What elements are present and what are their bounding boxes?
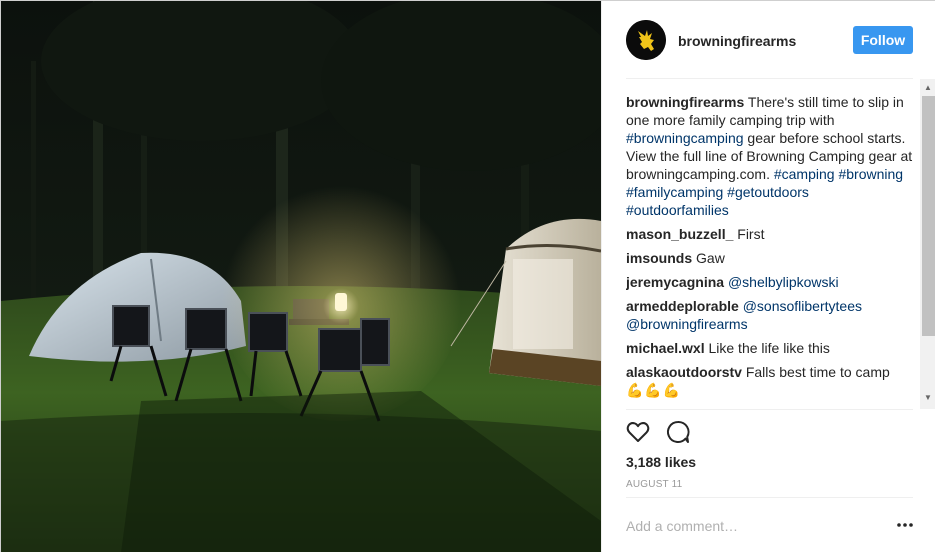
mention-link[interactable]: @shelbylipkowski bbox=[728, 274, 839, 290]
comment-text: Falls best time to camp bbox=[741, 364, 890, 380]
mention-link[interactable]: @browningfirearms bbox=[626, 316, 748, 332]
list-item: michael.wxl Like the life like this bbox=[626, 339, 913, 357]
post-username[interactable]: browningfirearms bbox=[678, 33, 796, 49]
post-details-panel: browningfirearms Follow browningfirearms… bbox=[601, 1, 935, 552]
hashtag-link[interactable]: #outdoorfamilies bbox=[626, 202, 729, 218]
comments-list[interactable]: browningfirearms There's still time to s… bbox=[626, 85, 913, 409]
heart-icon[interactable] bbox=[625, 419, 651, 445]
comment-text: Like the life like this bbox=[704, 340, 830, 356]
comment-bubble-icon[interactable] bbox=[665, 419, 691, 445]
post-header: browningfirearms Follow bbox=[602, 1, 935, 79]
list-item: armeddeplorable @sonsoflibertytees @brow… bbox=[626, 297, 913, 333]
divider bbox=[626, 409, 913, 410]
follow-button[interactable]: Follow bbox=[853, 26, 913, 54]
caption: browningfirearms There's still time to s… bbox=[626, 93, 913, 219]
caption-username[interactable]: browningfirearms bbox=[626, 94, 744, 110]
post-modal: browningfirearms Follow browningfirearms… bbox=[0, 0, 935, 552]
avatar[interactable] bbox=[626, 20, 666, 60]
flexed-biceps-emoji: 💪💪💪 bbox=[626, 382, 682, 398]
scrollbar-thumb[interactable] bbox=[922, 96, 935, 336]
scroll-down-arrow-icon[interactable]: ▼ bbox=[924, 393, 932, 402]
hashtag-link[interactable]: #familycamping bbox=[626, 184, 723, 200]
comment-username[interactable]: mason_buzzell_ bbox=[626, 226, 733, 242]
post-photo[interactable] bbox=[1, 1, 601, 552]
camping-scene-image bbox=[1, 1, 601, 552]
more-options-icon[interactable] bbox=[896, 516, 914, 534]
comment-username[interactable]: imsounds bbox=[626, 250, 692, 266]
scroll-up-arrow-icon[interactable]: ▲ bbox=[924, 83, 932, 92]
comment-text: First bbox=[733, 226, 765, 242]
list-item: imsounds Gaw bbox=[626, 249, 913, 267]
buckmark-logo-icon bbox=[626, 20, 666, 60]
divider bbox=[626, 78, 913, 79]
comment-username[interactable]: jeremycagnina bbox=[626, 274, 724, 290]
hashtag-link[interactable]: #browningcamping bbox=[626, 130, 744, 146]
hashtag-link[interactable]: #camping bbox=[774, 166, 835, 182]
likes-count[interactable]: 3,188 likes bbox=[626, 454, 696, 470]
hashtag-link[interactable]: #getoutdoors bbox=[727, 184, 809, 200]
post-date[interactable]: AUGUST 11 bbox=[626, 479, 682, 490]
divider bbox=[626, 497, 913, 498]
list-item: alaskaoutdoorstv Falls best time to camp… bbox=[626, 363, 913, 399]
comment-username[interactable]: armeddeplorable bbox=[626, 298, 739, 314]
comment-username[interactable]: alaskaoutdoorstv bbox=[626, 364, 742, 380]
comment-username[interactable]: michael.wxl bbox=[626, 340, 705, 356]
add-comment-input[interactable] bbox=[626, 511, 876, 541]
list-item: mason_buzzell_ First bbox=[626, 225, 913, 243]
comment-text: Gaw bbox=[692, 250, 725, 266]
list-item: jeremycagnina @shelbylipkowski bbox=[626, 273, 913, 291]
hashtag-link[interactable]: #browning bbox=[838, 166, 903, 182]
mention-link[interactable]: @sonsoflibertytees bbox=[743, 298, 862, 314]
